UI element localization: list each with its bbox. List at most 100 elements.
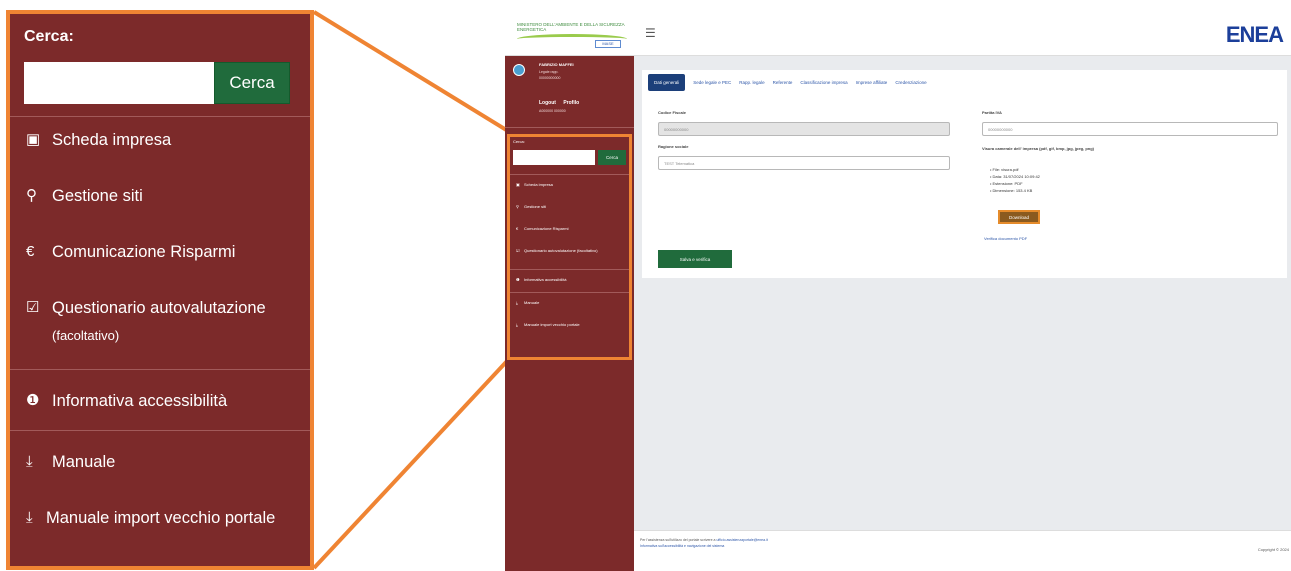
ministry-logo: MINISTERO DELL'AMBIENTE E DELLA SICUREZZ… bbox=[517, 22, 627, 50]
ragione-sociale-label: Ragione sociale bbox=[658, 144, 689, 149]
zoom-search-button[interactable]: Cerca bbox=[214, 62, 290, 104]
menu-item-manuale-import[interactable]: ⤓ Manuale import vecchio portale bbox=[10, 507, 310, 563]
support-email-link[interactable]: ufficio.assistenzaportale@enea.it bbox=[716, 538, 767, 542]
app-footer: Per l'assistenza sull'utilizzo del porta… bbox=[634, 530, 1291, 571]
avatar bbox=[513, 64, 525, 76]
user-code: 00000000000 bbox=[539, 76, 561, 80]
logout-link[interactable]: Logout bbox=[539, 100, 556, 106]
sidebar-item-manuale[interactable]: ⤓ Manuale bbox=[510, 293, 629, 315]
zoom-search-input[interactable] bbox=[24, 62, 214, 104]
save-verify-button[interactable]: Salva e verifica bbox=[658, 250, 732, 268]
sidebar-item-label: Scheda impresa bbox=[524, 182, 553, 187]
copyright: Copyright © 2024 bbox=[1257, 547, 1289, 552]
file-name: File: visura.pdf bbox=[990, 166, 1040, 173]
app-screenshot: MINISTERO DELL'AMBIENTE E DELLA SICUREZZ… bbox=[505, 12, 1291, 571]
tab-rapp-legale[interactable]: Rapp. legale bbox=[739, 80, 764, 85]
menu-item-label: Questionario autovalutazione bbox=[52, 299, 266, 317]
info-circle-icon: ❶ bbox=[26, 392, 40, 409]
checkbox-icon: ☑ bbox=[26, 299, 40, 316]
sidebar-item-label: Comunicazione Risparmi bbox=[524, 226, 569, 231]
user-info: FABRIZIO MAFFEI Legale rapp. 00000000000… bbox=[505, 56, 634, 128]
sidebar-item-label: Gestione siti bbox=[524, 204, 547, 209]
accessibility-link[interactable]: Informativa sull'accessibilità e navigaz… bbox=[640, 544, 724, 548]
verify-pdf-link[interactable]: Verifica documento PDF bbox=[984, 236, 1027, 241]
euro-icon: € bbox=[516, 226, 519, 231]
menu-item-label: Informativa accessibilità bbox=[52, 392, 228, 410]
zoom-menu-group-manuals: ⤓ Manuale ⤓ Manuale import vecchio porta… bbox=[10, 431, 310, 569]
sidebar-item-informativa[interactable]: ❶ Informativa accessibilità bbox=[510, 270, 629, 292]
logo-badge: MASE bbox=[595, 40, 621, 48]
main-content-card: Dati generali Sede legale e PEC Rapp. le… bbox=[642, 70, 1287, 278]
download-button[interactable]: Download bbox=[998, 210, 1040, 224]
menu-item-sublabel: (facoltativo) bbox=[52, 328, 120, 343]
menu-item-label: Comunicazione Risparmi bbox=[52, 243, 236, 261]
enea-logo: ENEA bbox=[1225, 22, 1284, 47]
menu-item-label: Manuale import vecchio portale bbox=[46, 509, 276, 527]
user-id: A000000 000000 bbox=[539, 109, 566, 113]
tab-classificazione[interactable]: Classificazione impresa bbox=[800, 80, 847, 85]
file-date: Data: 31/07/2024 10:09:42 bbox=[990, 173, 1040, 180]
menu-item-comunicazione-risparmi[interactable]: € Comunicazione Risparmi bbox=[10, 241, 310, 297]
sidebar-item-label: Manuale bbox=[524, 300, 540, 305]
zoomed-sidebar-menu: Cerca: Cerca ▣ Scheda impresa ⚲ Gestione… bbox=[6, 10, 314, 570]
file-info-list: File: visura.pdf Data: 31/07/2024 10:09:… bbox=[990, 166, 1040, 194]
tab-referente[interactable]: Referente bbox=[773, 80, 793, 85]
menu-toggle-icon[interactable]: ☰ bbox=[645, 26, 656, 40]
codice-fiscale-label: Codice Fiscale bbox=[658, 110, 687, 115]
download-icon: ⤓ bbox=[26, 453, 33, 470]
menu-item-label: Manuale bbox=[52, 453, 116, 471]
sidebar-menu-highlight: Cerca: Cerca ▣ Scheda impresa ⚲ Gestione s… bbox=[507, 134, 632, 360]
sidebar-item-gestione-siti[interactable]: ⚲ Gestione siti bbox=[510, 197, 629, 219]
sidebar-item-scheda-impresa[interactable]: ▣ Scheda impresa bbox=[510, 175, 629, 197]
file-size: Dimensione: 153.4 KB bbox=[990, 187, 1040, 194]
download-icon: ⤓ bbox=[516, 322, 518, 327]
figure-root: Cerca: Cerca ▣ Scheda impresa ⚲ Gestione… bbox=[0, 0, 1291, 571]
ragione-sociale-field[interactable]: TEST Telematica bbox=[658, 156, 950, 170]
codice-fiscale-field: 00000000000 bbox=[658, 122, 950, 136]
sidebar-item-manuale-import[interactable]: ⤓ Manuale import vecchio portale bbox=[510, 315, 629, 337]
app-header: MINISTERO DELL'AMBIENTE E DELLA SICUREZZ… bbox=[505, 12, 1291, 56]
menu-item-label: Scheda impresa bbox=[52, 131, 172, 149]
menu-item-questionario[interactable]: ☑ Questionario autovalutazione (facoltat… bbox=[10, 297, 310, 363]
ministry-logo-text: MINISTERO DELL'AMBIENTE E DELLA SICUREZZ… bbox=[517, 22, 625, 32]
menu-item-gestione-siti[interactable]: ⚲ Gestione siti bbox=[10, 185, 310, 241]
footer-text: Per l'assistenza sull'utilizzo del porta… bbox=[640, 537, 768, 549]
menu-item-manuale[interactable]: ⤓ Manuale bbox=[10, 451, 310, 507]
download-icon: ⤓ bbox=[516, 300, 518, 305]
tab-dati-generali[interactable]: Dati generali bbox=[648, 74, 686, 91]
sidebar-item-label: Questionario autovalutazione (facoltativ… bbox=[524, 248, 598, 253]
map-marker-icon: ⚲ bbox=[516, 204, 519, 209]
download-icon: ⤓ bbox=[26, 509, 33, 526]
sidebar-item-label: Informativa accessibilità bbox=[524, 277, 567, 282]
menu-item-scheda-impresa[interactable]: ▣ Scheda impresa bbox=[10, 129, 310, 185]
zoom-menu-group-main: ▣ Scheda impresa ⚲ Gestione siti € Comun… bbox=[10, 117, 310, 370]
zoom-search-area: Cerca: Cerca bbox=[10, 14, 310, 117]
zoom-menu-group-accessibility: ❶ Informativa accessibilità bbox=[10, 370, 310, 431]
menu-item-informativa-accessibilita[interactable]: ❶ Informativa accessibilità bbox=[10, 390, 310, 424]
zoom-search-label: Cerca: bbox=[24, 28, 74, 45]
sidebar-item-label: Manuale import vecchio portale bbox=[524, 322, 580, 327]
sidebar-search-button[interactable]: Cerca bbox=[598, 150, 626, 165]
partita-iva-field[interactable]: 00000000000 bbox=[982, 122, 1278, 136]
user-role: Legale rapp. bbox=[539, 70, 559, 74]
sidebar-search-input[interactable] bbox=[513, 150, 595, 165]
checkbox-icon: ☑ bbox=[516, 248, 520, 253]
connector-line-bottom bbox=[312, 358, 510, 570]
partita-iva-label: Partita IVA bbox=[982, 110, 1002, 115]
info-circle-icon: ❶ bbox=[516, 277, 520, 282]
tab-credenziazione[interactable]: Credenziazione bbox=[895, 80, 926, 85]
sidebar-search-label: Cerca: bbox=[513, 139, 525, 144]
tab-imprese-affiliate[interactable]: Imprese affiliate bbox=[856, 80, 888, 85]
user-name: FABRIZIO MAFFEI bbox=[539, 62, 574, 67]
file-extension: Estensione: PDF bbox=[990, 180, 1040, 187]
tab-sede-legale[interactable]: Sede legale e PEC bbox=[693, 80, 731, 85]
euro-icon: € bbox=[26, 243, 35, 260]
visura-label: Visura camerale dell' impresa (pdf, gif,… bbox=[982, 146, 1095, 151]
connector-line-top bbox=[312, 10, 510, 133]
building-icon: ▣ bbox=[516, 182, 520, 187]
profile-link[interactable]: Profilo bbox=[563, 100, 579, 106]
map-marker-icon: ⚲ bbox=[26, 187, 37, 204]
app-sidebar: FABRIZIO MAFFEI Legale rapp. 00000000000… bbox=[505, 56, 634, 571]
sidebar-item-questionario[interactable]: ☑ Questionario autovalutazione (facoltati… bbox=[510, 241, 629, 269]
sidebar-item-comunicazione-risparmi[interactable]: € Comunicazione Risparmi bbox=[510, 219, 629, 241]
